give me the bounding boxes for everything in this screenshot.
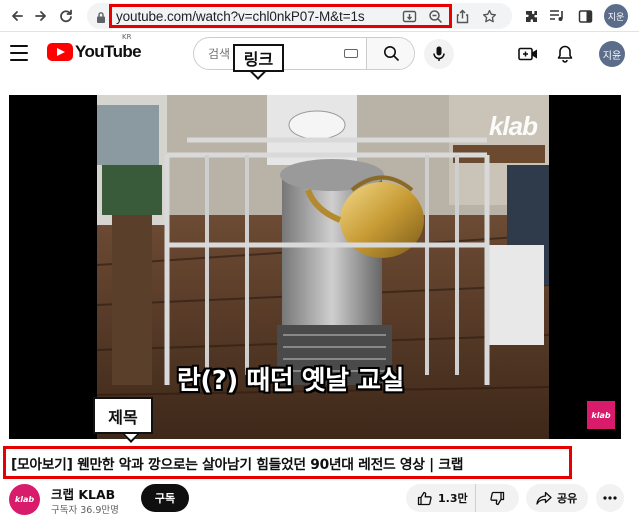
create-video-icon[interactable] — [516, 42, 540, 66]
reload-icon[interactable] — [55, 5, 77, 27]
forward-icon[interactable] — [30, 5, 52, 27]
like-count: 1.3만 — [438, 492, 468, 505]
video-title: [모아보기] 웬만한 악과 깡으로는 살아남기 힘들었던 90년대 레전드 영상… — [11, 456, 464, 473]
back-icon[interactable] — [6, 5, 28, 27]
channel-name[interactable]: 크랩 KLAB — [51, 484, 115, 503]
side-panel-icon[interactable] — [574, 5, 596, 27]
like-button[interactable]: 1.3만 — [406, 484, 476, 512]
youtube-play-icon — [47, 43, 73, 61]
title-callout: 제목 — [93, 397, 153, 434]
like-dislike-group: 1.3만 — [406, 484, 519, 512]
video-subtitle: 란(?) 때던 옛날 교실 — [177, 366, 404, 396]
microphone-icon — [433, 46, 445, 61]
bookmark-star-icon[interactable] — [480, 7, 498, 25]
keyboard-icon[interactable] — [344, 49, 358, 58]
url-text[interactable]: youtube.com/watch?v=chl0nkP07-M&t=1s — [116, 9, 365, 24]
browser-profile-avatar[interactable]: 지운 — [604, 4, 628, 28]
zoom-icon[interactable] — [426, 7, 444, 25]
klab-watermark: klab — [488, 111, 538, 141]
share-label: 공유 — [557, 492, 578, 505]
voice-search-button[interactable] — [424, 39, 454, 69]
video-player[interactable]: klab klab 란(?) 때던 옛날 교실 — [9, 95, 621, 439]
thumbs-up-icon — [417, 491, 432, 505]
search-icon — [384, 46, 400, 62]
share-arrow-icon — [536, 491, 552, 505]
region-code: KR — [122, 33, 132, 41]
youtube-header: YouTube KR 지윤 — [0, 33, 639, 79]
search-bar — [193, 37, 415, 70]
notifications-bell-icon[interactable] — [553, 42, 577, 66]
lock-icon — [96, 9, 106, 28]
subscribe-button[interactable]: 구독 — [141, 484, 189, 512]
title-highlight: [모아보기] 웬만한 악과 깡으로는 살아남기 힘들었던 90년대 레전드 영상… — [3, 446, 572, 479]
klab-corner-logo: klab — [587, 401, 615, 429]
extensions-icon[interactable] — [520, 5, 542, 27]
share-button[interactable]: 공유 — [526, 484, 588, 512]
search-button[interactable] — [366, 38, 414, 69]
address-bar[interactable]: youtube.com/watch?v=chl0nkP07-M&t=1s — [87, 3, 512, 29]
logo-text: YouTube — [75, 42, 142, 61]
media-controls-icon[interactable] — [546, 5, 568, 27]
hamburger-menu-icon[interactable] — [10, 45, 28, 61]
more-horizontal-icon — [603, 496, 617, 500]
share-page-icon[interactable] — [453, 7, 471, 25]
link-callout: 링크 — [233, 44, 284, 72]
subscriber-count: 구독자 36.9만명 — [51, 505, 119, 516]
install-app-icon[interactable] — [400, 7, 418, 25]
browser-toolbar: youtube.com/watch?v=chl0nkP07-M&t=1s 지운 — [0, 0, 639, 32]
thumbs-down-icon — [490, 491, 505, 505]
channel-avatar[interactable]: klab — [9, 484, 40, 515]
account-avatar[interactable]: 지윤 — [599, 41, 625, 67]
more-actions-button[interactable] — [596, 484, 624, 512]
dislike-button[interactable] — [476, 484, 519, 512]
youtube-logo[interactable]: YouTube — [47, 42, 142, 62]
